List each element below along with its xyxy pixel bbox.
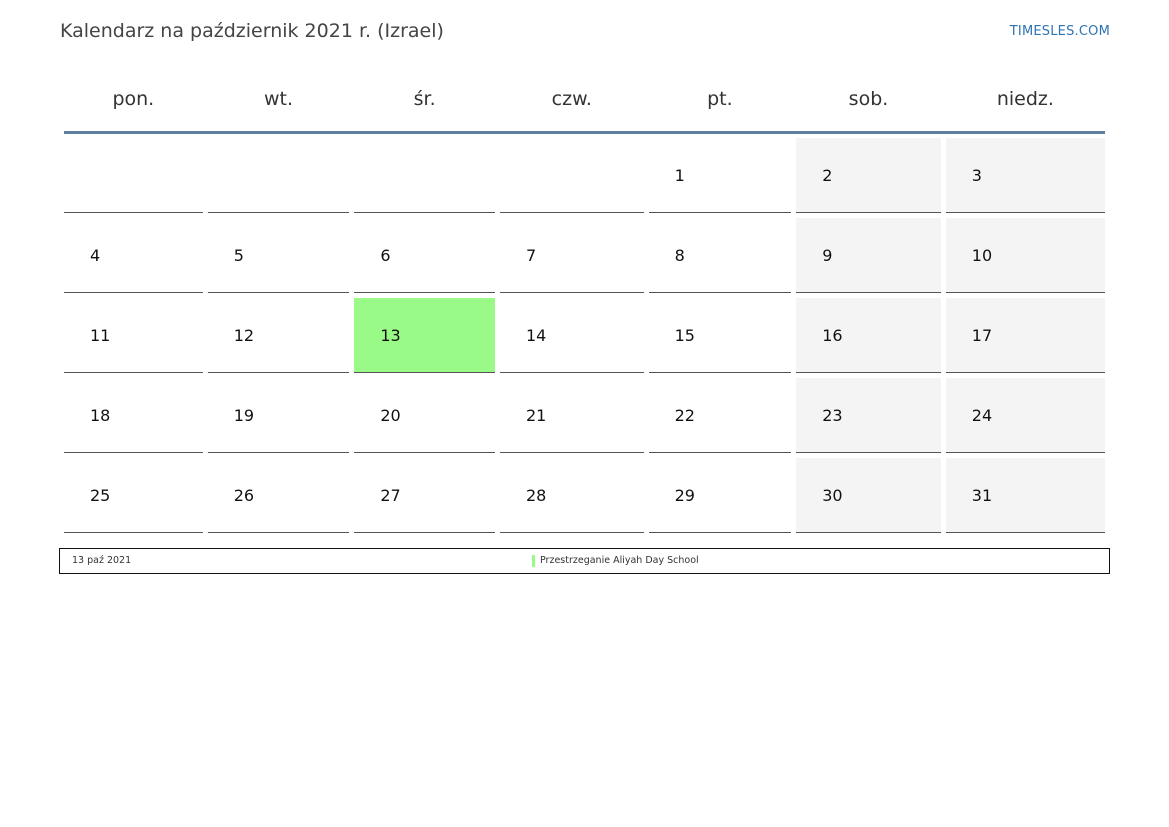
day-cell[interactable]: 9 xyxy=(796,218,941,293)
day-number: 6 xyxy=(380,246,391,265)
weekday-sun: niedz. xyxy=(996,88,1054,110)
empty-day-cell xyxy=(64,138,203,213)
day-cell[interactable]: 5 xyxy=(207,218,350,293)
day-cell[interactable]: 4 xyxy=(64,218,203,293)
day-cell[interactable]: 29 xyxy=(648,458,792,533)
weekday-header-row: pon. wt. śr. czw. pt. sob. niedz. xyxy=(64,62,1105,134)
day-number: 13 xyxy=(380,326,401,345)
day-number: 7 xyxy=(526,246,537,265)
day-number: 17 xyxy=(971,326,993,345)
day-cell[interactable]: 30 xyxy=(796,458,941,533)
week-row: 25 26 27 28 29 30 31 xyxy=(64,458,1105,533)
week-row: 18 19 20 21 22 23 24 xyxy=(64,378,1105,453)
day-cell[interactable]: 17 xyxy=(945,298,1105,373)
day-cell[interactable]: 14 xyxy=(500,298,644,373)
day-number: 19 xyxy=(233,406,255,425)
weekday-thu: czw. xyxy=(551,88,592,110)
weekday-wed: śr. xyxy=(413,88,436,110)
weekday-fri: pt. xyxy=(707,88,733,110)
weekday-mon: pon. xyxy=(112,88,155,110)
day-number: 12 xyxy=(233,326,255,345)
day-cell[interactable]: 22 xyxy=(648,378,792,453)
day-number: 14 xyxy=(526,326,547,345)
day-cell[interactable]: 16 xyxy=(796,298,941,373)
holiday-legend: 13 paź 2021 Przestrzeganie Aliyah Day Sc… xyxy=(59,548,1110,574)
legend-event: Przestrzeganie Aliyah Day School xyxy=(540,555,699,566)
day-number: 28 xyxy=(526,486,547,505)
day-number: 8 xyxy=(674,246,685,265)
day-number: 25 xyxy=(90,486,111,505)
day-number: 2 xyxy=(822,166,833,185)
day-cell[interactable]: 3 xyxy=(945,138,1105,213)
day-cell[interactable]: 25 xyxy=(64,458,203,533)
day-number: 23 xyxy=(822,406,843,425)
day-number: 11 xyxy=(90,326,111,345)
day-cell[interactable]: 11 xyxy=(64,298,203,373)
day-number: 20 xyxy=(380,406,401,425)
day-number: 22 xyxy=(674,406,695,425)
day-number: 4 xyxy=(90,246,101,265)
day-number: 30 xyxy=(822,486,843,505)
day-cell[interactable]: 24 xyxy=(945,378,1105,453)
day-number: 5 xyxy=(233,246,244,265)
calendar-weeks: 1 2 3 4 5 6 7 8 9 10 11 12 13 14 15 16 17 18 19 20 21 22 23 24 2… xyxy=(64,138,1105,533)
day-cell[interactable]: 31 xyxy=(945,458,1105,533)
day-number: 31 xyxy=(971,486,993,505)
day-cell[interactable]: 6 xyxy=(354,218,495,293)
day-cell[interactable]: 7 xyxy=(500,218,644,293)
day-number: 29 xyxy=(674,486,695,505)
day-number: 10 xyxy=(971,246,993,265)
day-number: 26 xyxy=(233,486,255,505)
day-number: 1 xyxy=(674,166,685,185)
day-cell[interactable]: 27 xyxy=(354,458,495,533)
day-cell[interactable]: 12 xyxy=(207,298,350,373)
week-row: 1 2 3 xyxy=(64,138,1105,213)
legend-color-swatch xyxy=(532,555,535,567)
day-number: 15 xyxy=(674,326,695,345)
weekday-sat: sob. xyxy=(848,88,889,110)
day-cell[interactable]: 28 xyxy=(500,458,644,533)
day-cell-highlighted[interactable]: 13 xyxy=(354,298,495,373)
week-row: 11 12 13 14 15 16 17 xyxy=(64,298,1105,373)
day-cell[interactable]: 2 xyxy=(796,138,941,213)
day-cell[interactable]: 23 xyxy=(796,378,941,453)
day-cell[interactable]: 10 xyxy=(945,218,1105,293)
brand-link[interactable]: TIMESLES.COM xyxy=(1010,24,1110,39)
day-number: 16 xyxy=(822,326,843,345)
day-cell[interactable]: 8 xyxy=(648,218,792,293)
day-number: 21 xyxy=(526,406,547,425)
empty-day-cell xyxy=(500,138,644,213)
day-number: 9 xyxy=(822,246,833,265)
empty-day-cell xyxy=(354,138,495,213)
weekday-tue: wt. xyxy=(264,88,294,110)
day-number: 3 xyxy=(971,166,982,185)
day-number: 27 xyxy=(380,486,401,505)
page-title: Kalendarz na październik 2021 r. (Izrael… xyxy=(60,20,444,42)
empty-day-cell xyxy=(207,138,350,213)
day-cell[interactable]: 1 xyxy=(648,138,792,213)
week-row: 4 5 6 7 8 9 10 xyxy=(64,218,1105,293)
day-number: 18 xyxy=(90,406,111,425)
day-number: 24 xyxy=(971,406,993,425)
day-cell[interactable]: 21 xyxy=(500,378,644,453)
calendar-grid: pon. wt. śr. czw. pt. sob. niedz. 123456… xyxy=(64,62,1105,538)
legend-date: 13 paź 2021 xyxy=(72,555,132,566)
day-cell[interactable]: 19 xyxy=(207,378,350,453)
day-cell[interactable]: 26 xyxy=(207,458,350,533)
day-cell[interactable]: 20 xyxy=(354,378,495,453)
day-cell[interactable]: 18 xyxy=(64,378,203,453)
day-cell[interactable]: 15 xyxy=(648,298,792,373)
